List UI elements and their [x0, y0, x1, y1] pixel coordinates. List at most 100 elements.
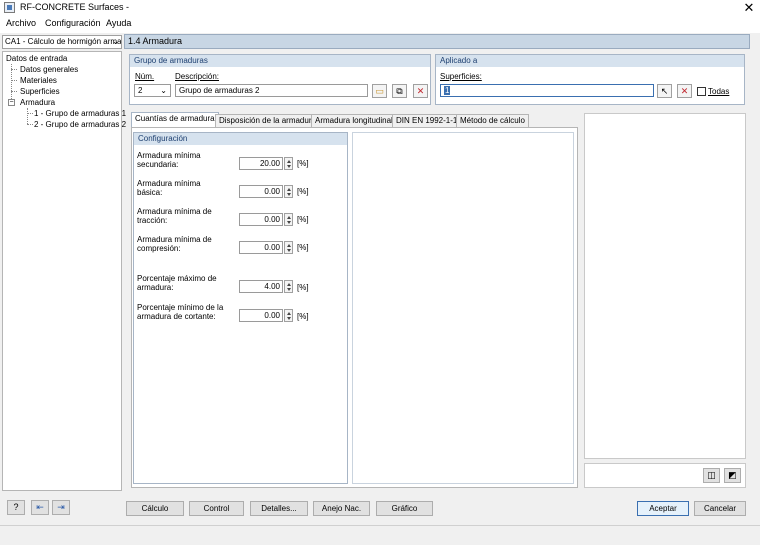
row-label: básica: — [137, 188, 163, 197]
row-label: Porcentaje máximo de — [137, 274, 217, 283]
case-select[interactable]: CA1 - Cálculo de hormigón arma ⌄ — [2, 35, 122, 49]
window-title: RF-CONCRETE Surfaces - — [20, 2, 130, 12]
tree-item-datos-generales[interactable]: Datos generales — [20, 65, 78, 74]
row-label: armadura: — [137, 283, 174, 292]
min-compresion-input[interactable]: 0.00 — [239, 241, 283, 254]
preview-panel — [584, 113, 746, 459]
preview-settings-button[interactable]: ◩ — [724, 468, 741, 483]
pick-surface-button[interactable]: ↖ — [657, 84, 672, 98]
tree-collapse-icon[interactable]: − — [8, 99, 15, 106]
copy-group-button[interactable]: ⧉ — [392, 84, 407, 98]
min-basica-input[interactable]: 0.00 — [239, 185, 283, 198]
chevron-down-icon: ⌄ — [112, 37, 119, 46]
row-label: secundaria: — [137, 160, 179, 169]
row-label: armadura de cortante: — [137, 312, 216, 321]
view-icon: ◩ — [728, 470, 737, 480]
tab-din-en[interactable]: DIN EN 1992-1-1 — [392, 114, 462, 127]
min-traccion-input[interactable]: 0.00 — [239, 213, 283, 226]
help-button[interactable]: ? — [7, 500, 25, 515]
close-icon[interactable]: ✕ — [742, 0, 756, 16]
row-label: tracción: — [137, 216, 168, 225]
tree-item-datos-entrada[interactable]: Datos de entrada — [6, 54, 67, 63]
delete-icon: ✕ — [680, 86, 689, 96]
preview-info-button[interactable]: ◫ — [703, 468, 720, 483]
info-panel — [352, 132, 574, 484]
superficies-label: Superficies: — [440, 72, 482, 81]
spinner-icon[interactable] — [284, 185, 293, 198]
unit-label: [%] — [297, 159, 309, 168]
tree-item-materiales[interactable]: Materiales — [20, 76, 57, 85]
unit-label: [%] — [297, 187, 309, 196]
tab-metodo-calculo[interactable]: Método de cálculo — [456, 114, 529, 127]
spinner-icon[interactable] — [284, 241, 293, 254]
app-icon — [4, 2, 15, 13]
status-bar — [0, 525, 760, 545]
aceptar-button[interactable]: Aceptar — [637, 501, 689, 516]
tree-item-grupo-1[interactable]: 1 - Grupo de armaduras 1 — [34, 109, 126, 118]
todas-checkbox[interactable] — [697, 87, 706, 96]
aplicado-panel-header: Aplicado a — [436, 55, 744, 67]
anejo-nacional-button[interactable]: Anejo Nac. — [313, 501, 370, 516]
tree-item-grupo-2[interactable]: 2 - Grupo de armaduras 2 — [34, 120, 126, 129]
tree-item-armadura[interactable]: Armadura — [20, 98, 55, 107]
desc-label: Descripción: — [175, 72, 220, 81]
row-label: Armadura mínima de — [137, 207, 212, 216]
delete-icon: ✕ — [416, 86, 425, 96]
description-input[interactable]: Grupo de armaduras 2 — [175, 84, 368, 97]
chevron-down-icon: ⌄ — [160, 86, 167, 95]
unit-label: [%] — [297, 312, 309, 321]
detalles-button[interactable]: Detalles... — [250, 501, 308, 516]
new-group-button[interactable]: ▭ — [372, 84, 387, 98]
grafico-button[interactable]: Gráfico — [376, 501, 433, 516]
unit-label: [%] — [297, 243, 309, 252]
min-cortante-input[interactable]: 0.00 — [239, 309, 283, 322]
delete-group-button[interactable]: ✕ — [413, 84, 428, 98]
grupo-panel-header: Grupo de armaduras — [130, 55, 430, 67]
row-label: Armadura mínima — [137, 151, 201, 160]
max-armadura-input[interactable]: 4.00 — [239, 280, 283, 293]
spinner-icon[interactable] — [284, 157, 293, 170]
menu-ayuda[interactable]: Ayuda — [106, 18, 131, 28]
row-label: Armadura mínima — [137, 179, 201, 188]
preview-toolbar — [584, 463, 746, 488]
row-label: compresión: — [137, 244, 181, 253]
todas-label: Todas — [708, 87, 730, 96]
control-button[interactable]: Control — [189, 501, 244, 516]
tab-cuantias[interactable]: Cuantías de armadura — [131, 112, 219, 127]
row-label: Armadura mínima de — [137, 235, 212, 244]
spinner-icon[interactable] — [284, 309, 293, 322]
cursor-pick-icon: ↖ — [660, 86, 669, 96]
tab-disposicion[interactable]: Disposición de la armadura — [215, 114, 320, 127]
row-label: Porcentaje mínimo de la — [137, 303, 224, 312]
superficies-value: 1 — [444, 86, 451, 95]
spinner-icon[interactable] — [284, 280, 293, 293]
min-secundaria-input[interactable]: 20.00 — [239, 157, 283, 170]
clear-surface-button[interactable]: ✕ — [677, 84, 692, 98]
num-select-value: 2 — [138, 86, 143, 95]
export-button[interactable]: ⇥ — [52, 500, 70, 515]
help-icon: ? — [13, 502, 19, 512]
unit-label: [%] — [297, 283, 309, 292]
unit-label: [%] — [297, 215, 309, 224]
copy-icon: ⧉ — [396, 86, 403, 96]
import-button[interactable]: ⇤ — [31, 500, 49, 515]
section-title: 1.4 Armadura — [128, 36, 183, 46]
menu-bar: Archivo Configuración Ayuda — [0, 16, 760, 33]
info-icon: ◫ — [707, 470, 716, 480]
import-icon: ⇤ — [36, 502, 44, 512]
export-icon: ⇥ — [57, 502, 65, 512]
folder-new-icon: ▭ — [375, 86, 384, 96]
tree-item-superficies[interactable]: Superficies — [20, 87, 60, 96]
spinner-icon[interactable] — [284, 213, 293, 226]
num-select[interactable]: 2 ⌄ — [134, 84, 171, 97]
menu-configuracion[interactable]: Configuración — [45, 18, 101, 28]
cancelar-button[interactable]: Cancelar — [694, 501, 746, 516]
case-select-value: CA1 - Cálculo de hormigón arma — [5, 37, 122, 46]
config-panel-header: Configuración — [134, 133, 347, 145]
navigator-tree: Datos de entrada Datos generales Materia… — [2, 51, 126, 491]
calculo-button[interactable]: Cálculo — [126, 501, 184, 516]
superficies-input[interactable]: 1 — [440, 84, 654, 97]
num-label: Núm. — [135, 72, 155, 81]
tab-armadura-longitudinal[interactable]: Armadura longitudinal — [311, 114, 397, 127]
menu-archivo[interactable]: Archivo — [6, 18, 36, 28]
